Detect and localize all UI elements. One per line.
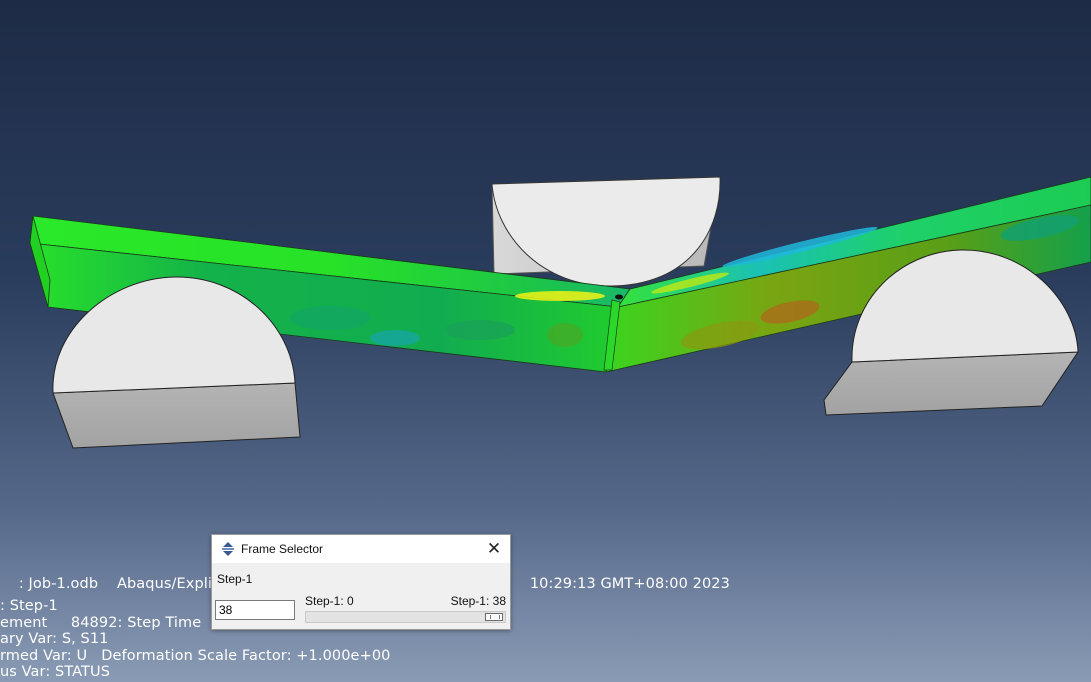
odb-date-text: 10:29:13 GMT+08:00 2023 [511, 560, 730, 608]
close-icon[interactable]: ✕ [482, 538, 506, 560]
frame-slider-handle[interactable] [485, 613, 503, 621]
top-roller [491, 176, 721, 287]
dialog-title: Frame Selector [241, 542, 324, 556]
deformed-var-line: rmed Var: U Deformation Scale Factor: +1… [0, 648, 391, 664]
step-name-label: Step-1 [217, 572, 253, 586]
step-info-line: : Step-1 [0, 598, 58, 614]
status-var-line: us Var: STATUS [0, 664, 111, 680]
slider-max-label: Step-1: 38 [450, 594, 506, 608]
odb-info-text: : Job-1.odb Abaqus/Explici [18, 576, 225, 592]
dialog-body: Step-1 Step-1: 0 Step-1: 38 [212, 563, 510, 629]
frame-selector-icon [220, 541, 236, 557]
odb-date-value: 10:29:13 GMT+08:00 2023 [529, 576, 730, 592]
frame-selector-dialog[interactable]: Frame Selector ✕ Step-1 Step-1: 0 Step-1… [211, 534, 511, 630]
slider-min-label: Step-1: 0 [305, 594, 354, 608]
frame-slider[interactable] [305, 611, 506, 623]
primary-var-line: ary Var: S, S11 [0, 631, 109, 647]
dialog-titlebar[interactable]: Frame Selector ✕ [212, 535, 510, 563]
increment-info-line: ement 84892: Step Time [0, 615, 202, 631]
frame-number-input[interactable] [215, 600, 295, 620]
model-viewport[interactable]: : Job-1.odb Abaqus/Explici 10:29:13 GMT+… [0, 0, 1091, 682]
